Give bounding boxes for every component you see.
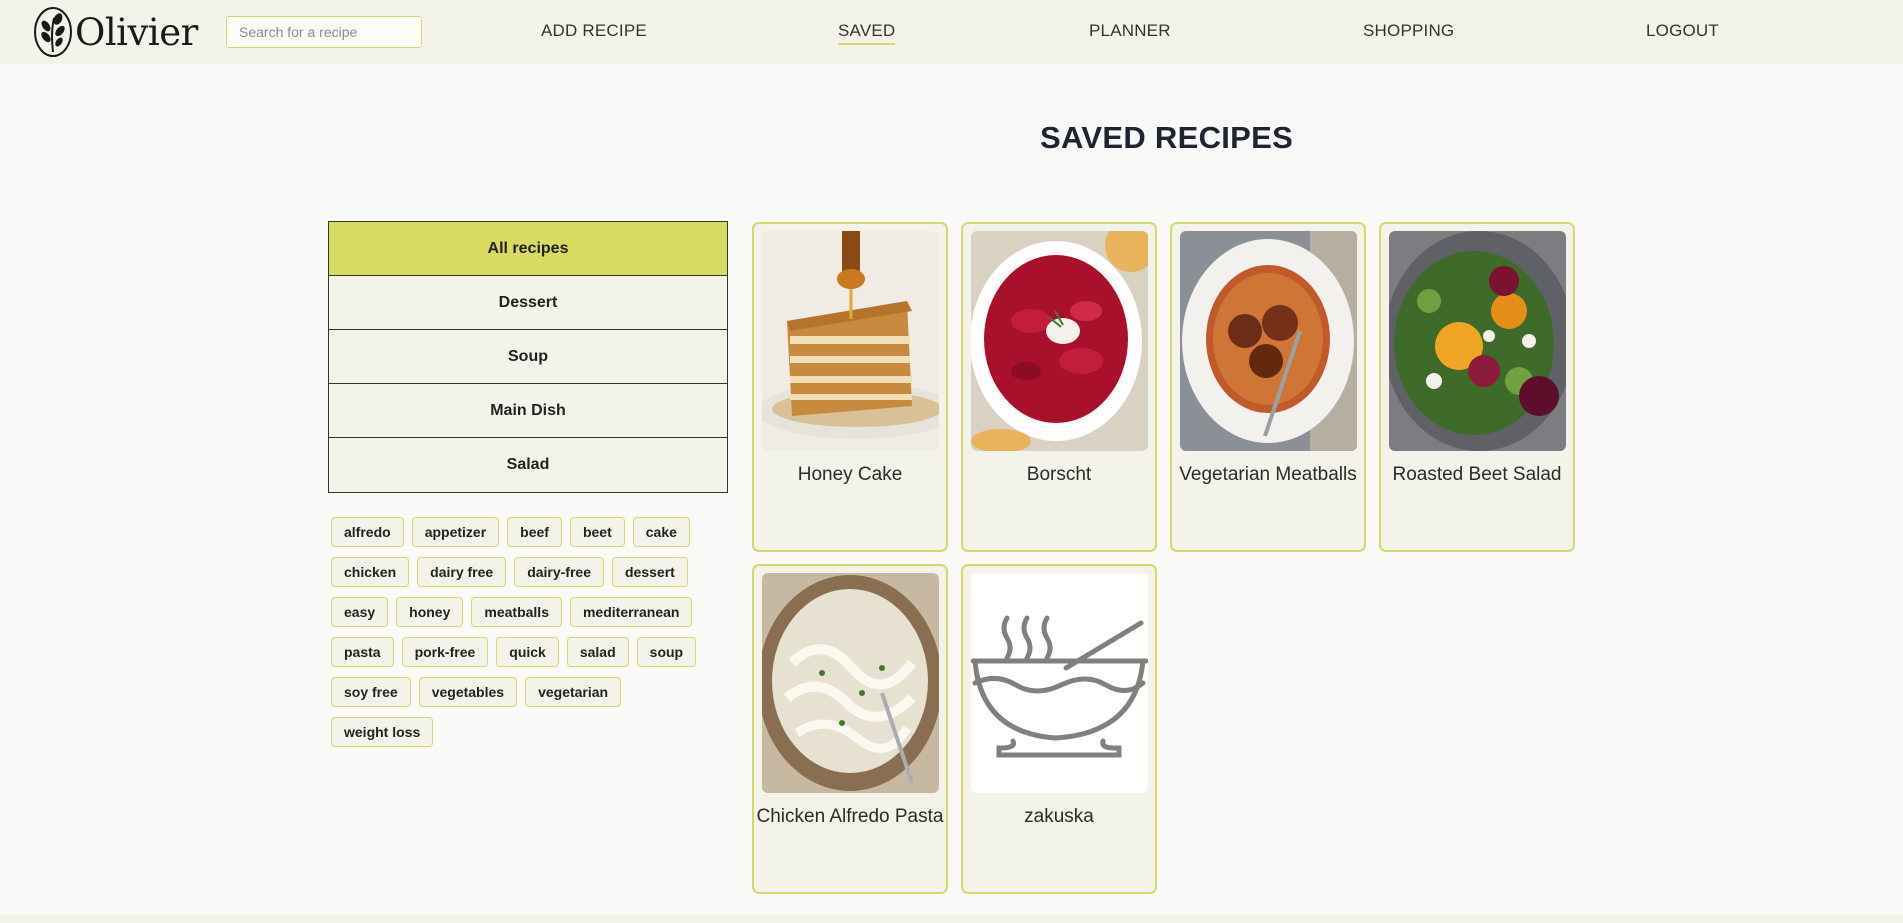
olive-branch-icon bbox=[34, 7, 72, 57]
tag-cloud: alfredo appetizer beef beet cake chicken… bbox=[331, 517, 731, 747]
spaghetti-meatballs-photo bbox=[1180, 231, 1357, 451]
tag-vegetables[interactable]: vegetables bbox=[418, 677, 518, 707]
tag-alfredo[interactable]: alfredo bbox=[331, 517, 404, 547]
category-salad[interactable]: Salad bbox=[329, 438, 727, 492]
nav-planner[interactable]: PLANNER bbox=[1089, 21, 1171, 41]
tag-beef[interactable]: beef bbox=[507, 517, 562, 547]
honey-cake-photo bbox=[762, 231, 939, 451]
tag-pasta[interactable]: pasta bbox=[331, 637, 394, 667]
nav-logout[interactable]: LOGOUT bbox=[1646, 21, 1719, 41]
brand-logo[interactable]: Olivier bbox=[33, 6, 198, 58]
tag-quick[interactable]: quick bbox=[496, 637, 559, 667]
tag-honey[interactable]: honey bbox=[396, 597, 464, 627]
recipe-title: zakuska bbox=[1024, 806, 1094, 827]
category-all-recipes[interactable]: All recipes bbox=[329, 222, 727, 276]
recipe-title: Honey Cake bbox=[797, 464, 903, 485]
recipe-card[interactable]: Vegetarian Meatballs bbox=[1170, 222, 1366, 552]
nav-shopping[interactable]: SHOPPING bbox=[1363, 21, 1454, 41]
recipe-card[interactable]: Borscht bbox=[961, 222, 1157, 552]
beet-salad-photo bbox=[1389, 231, 1566, 451]
tag-pork-free[interactable]: pork-free bbox=[401, 637, 489, 667]
tag-mediterranean[interactable]: mediterranean bbox=[569, 597, 693, 627]
recipe-card[interactable]: Roasted Beet Salad bbox=[1379, 222, 1575, 552]
tag-easy[interactable]: easy bbox=[331, 597, 389, 627]
recipe-title: Roasted Beet Salad bbox=[1392, 464, 1562, 485]
category-dessert[interactable]: Dessert bbox=[329, 276, 727, 330]
recipe-card[interactable]: Chicken Alfredo Pasta bbox=[752, 564, 948, 894]
tag-vegetarian[interactable]: vegetarian bbox=[525, 677, 622, 707]
footer bbox=[0, 915, 1903, 923]
tag-soy-free[interactable]: soy free bbox=[331, 677, 411, 707]
page-title: SAVED RECIPES bbox=[1040, 120, 1294, 155]
nav-add-recipe[interactable]: ADD RECIPE bbox=[541, 21, 647, 41]
tag-weight-loss[interactable]: weight loss bbox=[331, 717, 434, 747]
top-navbar: Olivier ADD RECIPE SAVED PLANNER SHOPPIN… bbox=[0, 0, 1903, 64]
tag-appetizer[interactable]: appetizer bbox=[411, 517, 500, 547]
tag-soup[interactable]: soup bbox=[636, 637, 697, 667]
tag-chicken[interactable]: chicken bbox=[331, 557, 410, 587]
nav-saved[interactable]: SAVED bbox=[838, 21, 896, 45]
category-main-dish[interactable]: Main Dish bbox=[329, 384, 727, 438]
borscht-photo bbox=[971, 231, 1148, 451]
recipe-title: Chicken Alfredo Pasta bbox=[756, 806, 944, 827]
search-input[interactable] bbox=[226, 16, 422, 48]
tag-meatballs[interactable]: meatballs bbox=[471, 597, 562, 627]
tag-dairy-free[interactable]: dairy-free bbox=[514, 557, 604, 587]
category-list: All recipes Dessert Soup Main Dish Salad bbox=[328, 221, 728, 493]
recipe-title: Vegetarian Meatballs bbox=[1179, 464, 1357, 485]
tag-salad[interactable]: salad bbox=[566, 637, 629, 667]
tag-dairy-free-spaced[interactable]: dairy free bbox=[417, 557, 507, 587]
soup-bowl-placeholder-icon bbox=[971, 573, 1148, 793]
tag-cake[interactable]: cake bbox=[632, 517, 690, 547]
recipe-card[interactable]: Honey Cake bbox=[752, 222, 948, 552]
recipe-title: Borscht bbox=[1026, 464, 1092, 485]
category-soup[interactable]: Soup bbox=[329, 330, 727, 384]
tag-dessert[interactable]: dessert bbox=[612, 557, 688, 587]
tag-beet[interactable]: beet bbox=[569, 517, 625, 547]
brand-name: Olivier bbox=[75, 10, 198, 54]
recipe-card[interactable]: zakuska bbox=[961, 564, 1157, 894]
alfredo-pasta-photo bbox=[762, 573, 939, 793]
